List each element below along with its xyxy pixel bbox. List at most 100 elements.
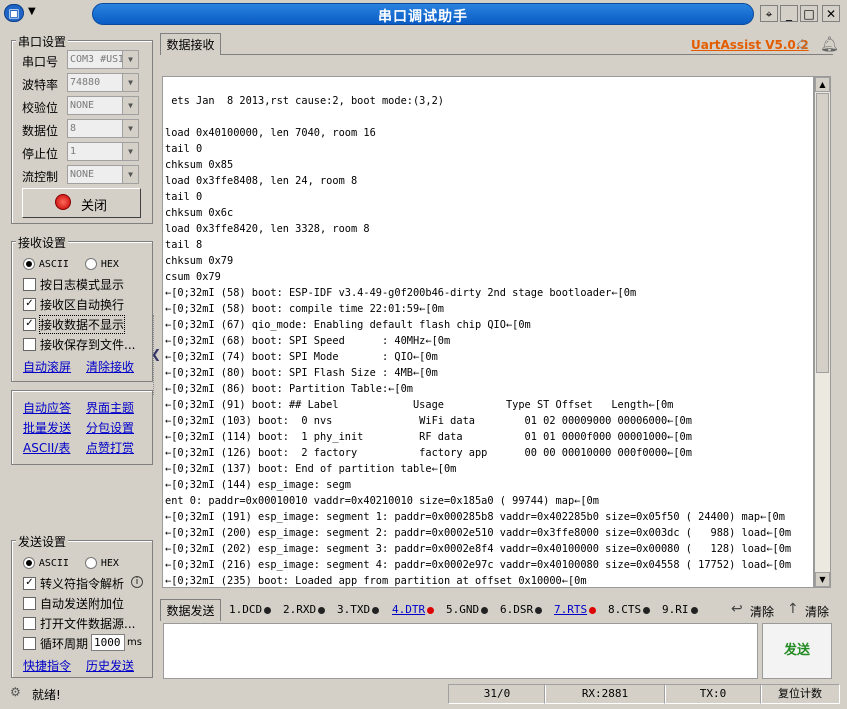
scroll-thumb[interactable] [816, 93, 829, 373]
packet-settings-link[interactable]: 分包设置 [86, 419, 134, 436]
send-ascii-radio[interactable]: ASCII [23, 555, 69, 569]
diamond-icon[interactable]: ◇ [797, 36, 808, 52]
chevron-down-icon: ▼ [122, 166, 138, 183]
port-status-led-icon [55, 194, 71, 210]
append-bits-checkbox[interactable] [23, 597, 36, 610]
flow-control-select[interactable]: NONE ▼ [67, 165, 139, 184]
pin-led-icon [481, 606, 489, 614]
parity-select[interactable]: NONE ▼ [67, 96, 139, 115]
receive-line: ←[0;32mI (216) esp_image: segment 4: pad… [165, 559, 792, 571]
auto-wrap-checkbox[interactable]: ✓ [23, 298, 36, 311]
receive-line: ←[0;32mI (202) esp_image: segment 3: pad… [165, 543, 792, 555]
close-button[interactable]: ✕ [822, 5, 840, 22]
title-bar: ▣ ▼ 串口调试助手 ⌖ _ □ ✕ [0, 0, 847, 28]
file-source-checkbox[interactable] [23, 617, 36, 630]
auto-reply-link[interactable]: 自动应答 [23, 399, 71, 416]
receive-hex-label: HEX [100, 259, 119, 270]
pin-4-dtr[interactable]: 4.DTR [392, 603, 435, 616]
data-bits-label: 数据位 [22, 124, 59, 138]
system-menu-arrow-icon[interactable]: ▼ [28, 6, 36, 17]
serial-port-select[interactable]: COM3 #USI ▼ [67, 50, 139, 69]
receive-line: ←[0;32mI (91) boot: ## Label Usage Type … [165, 399, 674, 411]
collapse-arrow-icon[interactable]: ❮ [151, 347, 161, 361]
bell-icon[interactable]: 🔔︎ [820, 35, 839, 53]
send-button[interactable]: 发送 [762, 623, 832, 679]
clear-receive-button[interactable]: 清除 [805, 603, 829, 620]
baud-rate-label: 波特率 [22, 78, 59, 92]
clear-send-link[interactable]: 清除 [750, 603, 774, 620]
pin-icon[interactable]: ⌖ [760, 5, 778, 22]
loop-send-checkbox[interactable] [23, 637, 36, 650]
brand-link[interactable]: UartAssist V5.0.2 [691, 38, 809, 52]
radio-checked-icon [23, 257, 35, 270]
parity-value: NONE [70, 100, 95, 111]
pin-led-icon [264, 606, 272, 614]
clear-receive-link[interactable]: 清除接收 [86, 358, 134, 375]
send-hex-radio[interactable]: HEX [85, 555, 119, 569]
chevron-down-icon: ▼ [122, 51, 138, 68]
receive-line: tail 0 [165, 143, 203, 155]
radio-checked-icon [23, 556, 35, 569]
pin-3-txd: 3.TXD [337, 603, 380, 616]
receive-text-area[interactable]: ets Jan 8 2013,rst cause:2, boot mode:(3… [162, 76, 814, 588]
donate-link[interactable]: 点赞打赏 [86, 439, 134, 456]
chevron-down-icon: ▼ [122, 120, 138, 137]
receive-ascii-radio[interactable]: ASCII [23, 256, 69, 270]
history-link[interactable]: 历史发送 [86, 657, 134, 674]
save-to-file-checkbox[interactable] [23, 338, 36, 351]
status-icon: ⚙ [10, 685, 21, 699]
receive-line: ←[0;32mI (114) boot: 1 phy_init RF data … [165, 431, 692, 443]
shortcut-link[interactable]: 快捷指令 [23, 657, 71, 674]
theme-link[interactable]: 界面主题 [86, 399, 134, 416]
chevron-down-icon: ▼ [122, 74, 138, 91]
receive-line: ←[0;32mI (86) boot: Partition Table:←[0m [165, 383, 413, 395]
receive-line: load 0x3ffe8420, len 3328, room 8 [165, 223, 370, 235]
stop-bits-select[interactable]: 1 ▼ [67, 142, 139, 161]
maximize-button[interactable]: □ [800, 5, 818, 22]
baud-rate-select[interactable]: 74880 ▼ [67, 73, 139, 92]
receive-line: ←[0;32mI (80) boot: SPI Flash Size : 4MB… [165, 367, 438, 379]
receive-settings-title: 接收设置 [16, 234, 69, 251]
info-icon[interactable]: i [131, 576, 143, 588]
receive-line: ←[0;32mI (126) boot: 2 factory factory a… [165, 447, 692, 459]
receive-hex-radio[interactable]: HEX [85, 256, 119, 270]
close-port-button[interactable]: 关闭 [22, 188, 141, 218]
pin-led-icon [535, 606, 543, 614]
pin-led-icon [427, 606, 435, 614]
receive-scrollbar[interactable]: ▲ ▼ [814, 76, 831, 588]
tab-send[interactable]: 数据发送 [160, 599, 221, 621]
data-bits-select[interactable]: 8 ▼ [67, 119, 139, 138]
clear-send-icon[interactable]: ↩ [731, 601, 743, 617]
pin-7-rts[interactable]: 7.RTS [554, 603, 597, 616]
batch-send-link[interactable]: 批量发送 [23, 419, 71, 436]
receive-line: ←[0;32mI (191) esp_image: segment 1: pad… [165, 511, 785, 523]
pin-label: 7.RTS [554, 603, 588, 616]
scroll-down-arrow-icon[interactable]: ▼ [815, 572, 830, 587]
pin-led-icon [372, 606, 380, 614]
pin-label: 5.GND [446, 603, 480, 616]
send-text-area[interactable] [163, 623, 758, 679]
hide-data-checkbox[interactable]: ✓ [23, 318, 36, 331]
scroll-up-arrow-icon[interactable]: ▲ [815, 77, 830, 92]
status-rx: RX:2881 [544, 684, 666, 704]
pin-label: 4.DTR [392, 603, 426, 616]
pin-label: 9.RI [662, 603, 689, 616]
escape-parse-checkbox[interactable]: ✓ [23, 577, 36, 590]
ascii-table-link[interactable]: ASCII/表 [23, 439, 70, 456]
reset-count-button[interactable]: 复位计数 [760, 684, 840, 704]
tab-receive[interactable]: 数据接收 [160, 33, 221, 55]
clear-up-icon[interactable]: ↑ [787, 601, 799, 617]
app-menu-icon[interactable]: ▣ [4, 4, 24, 22]
log-mode-checkbox[interactable] [23, 278, 36, 291]
receive-line: chksum 0x6c [165, 207, 234, 219]
close-port-label: 关闭 [81, 199, 108, 214]
stop-bits-label: 停止位 [22, 147, 59, 161]
pin-led-icon [690, 606, 698, 614]
receive-line [165, 77, 813, 93]
chevron-down-icon: ▼ [122, 143, 138, 160]
auto-scroll-link[interactable]: 自动滚屏 [23, 358, 71, 375]
log-mode-label: 按日志模式显示 [40, 278, 125, 292]
loop-period-input[interactable]: 1000 [91, 634, 125, 651]
minimize-button[interactable]: _ [780, 5, 798, 22]
tab-divider [221, 54, 833, 55]
